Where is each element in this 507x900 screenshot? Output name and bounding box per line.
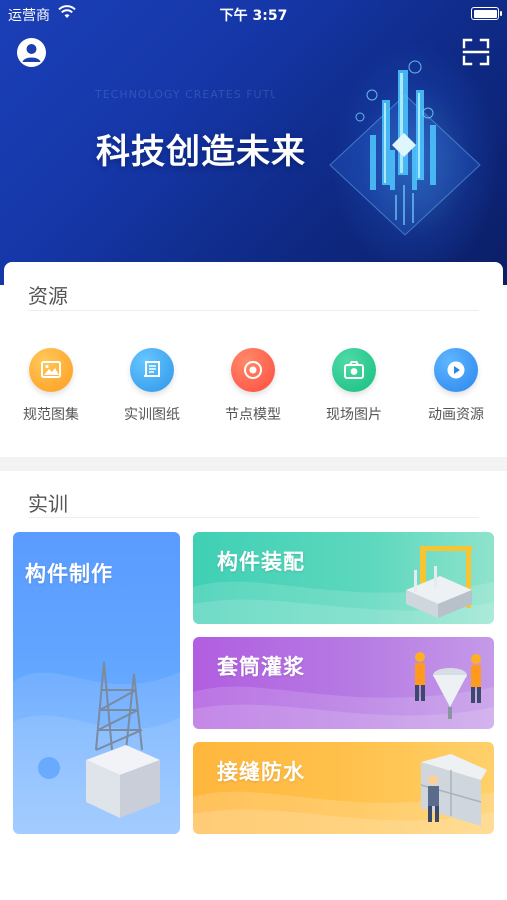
resource-item-drawings[interactable]: 实训图纸 (107, 348, 197, 424)
training-card-component-assembly[interactable]: 构件装配 (193, 532, 494, 624)
drawing-scroll-icon (130, 348, 174, 392)
workers-grouting-illustration-icon (415, 652, 481, 719)
training-divider (28, 517, 479, 518)
resource-item-animations[interactable]: 动画资源 (411, 348, 501, 424)
status-time: 下午 3:57 (219, 8, 288, 24)
user-avatar-icon[interactable] (17, 38, 46, 67)
tower-illustration-icon (86, 661, 160, 818)
resource-label: 实训图纸 (124, 407, 180, 423)
resource-item-site-photos[interactable]: 现场图片 (309, 348, 399, 424)
resource-label: 现场图片 (326, 407, 382, 423)
resources-divider (28, 310, 479, 311)
status-bar: 运营商 下午 3:57 (0, 0, 507, 28)
training-card-label: 构件装配 (217, 550, 305, 574)
hero-slogan: 科技创造未来 (96, 132, 306, 172)
hero-faint-caption: TECHNOLOGY CREATES FUTURE (95, 88, 275, 101)
training-card-component-making[interactable]: 构件制作 (13, 532, 180, 834)
node-model-icon (231, 348, 275, 392)
hero-banner: TECHNOLOGY CREATES FUTURE 科技创造未来 (0, 0, 507, 285)
section-gap (0, 457, 507, 471)
resource-item-specs[interactable]: 规范图集 (6, 348, 96, 424)
training-card-label: 套筒灌浆 (217, 655, 305, 679)
crane-assembly-illustration-icon (406, 546, 472, 618)
training-title: 实训 (28, 492, 68, 516)
worker-wall-illustration-icon (420, 754, 487, 826)
resources-card: 资源 规范图集 实训图纸 节点模型 现场图片 动画资源 (4, 262, 503, 457)
resource-label: 动画资源 (428, 407, 484, 423)
play-icon (434, 348, 478, 392)
resource-label: 节点模型 (225, 407, 281, 423)
scan-icon[interactable] (462, 38, 490, 66)
tech-city-illustration-icon (329, 60, 481, 236)
camera-icon (332, 348, 376, 392)
training-card-joint-waterproofing[interactable]: 接缝防水 (193, 742, 494, 834)
training-card-sleeve-grouting[interactable]: 套筒灌浆 (193, 637, 494, 729)
battery-icon (471, 7, 502, 20)
training-card-label: 接缝防水 (217, 760, 305, 784)
resource-item-node-model[interactable]: 节点模型 (208, 348, 298, 424)
image-gallery-icon (29, 348, 73, 392)
resources-title: 资源 (28, 284, 68, 308)
resource-label: 规范图集 (23, 407, 79, 423)
training-card-label: 构件制作 (25, 562, 113, 586)
